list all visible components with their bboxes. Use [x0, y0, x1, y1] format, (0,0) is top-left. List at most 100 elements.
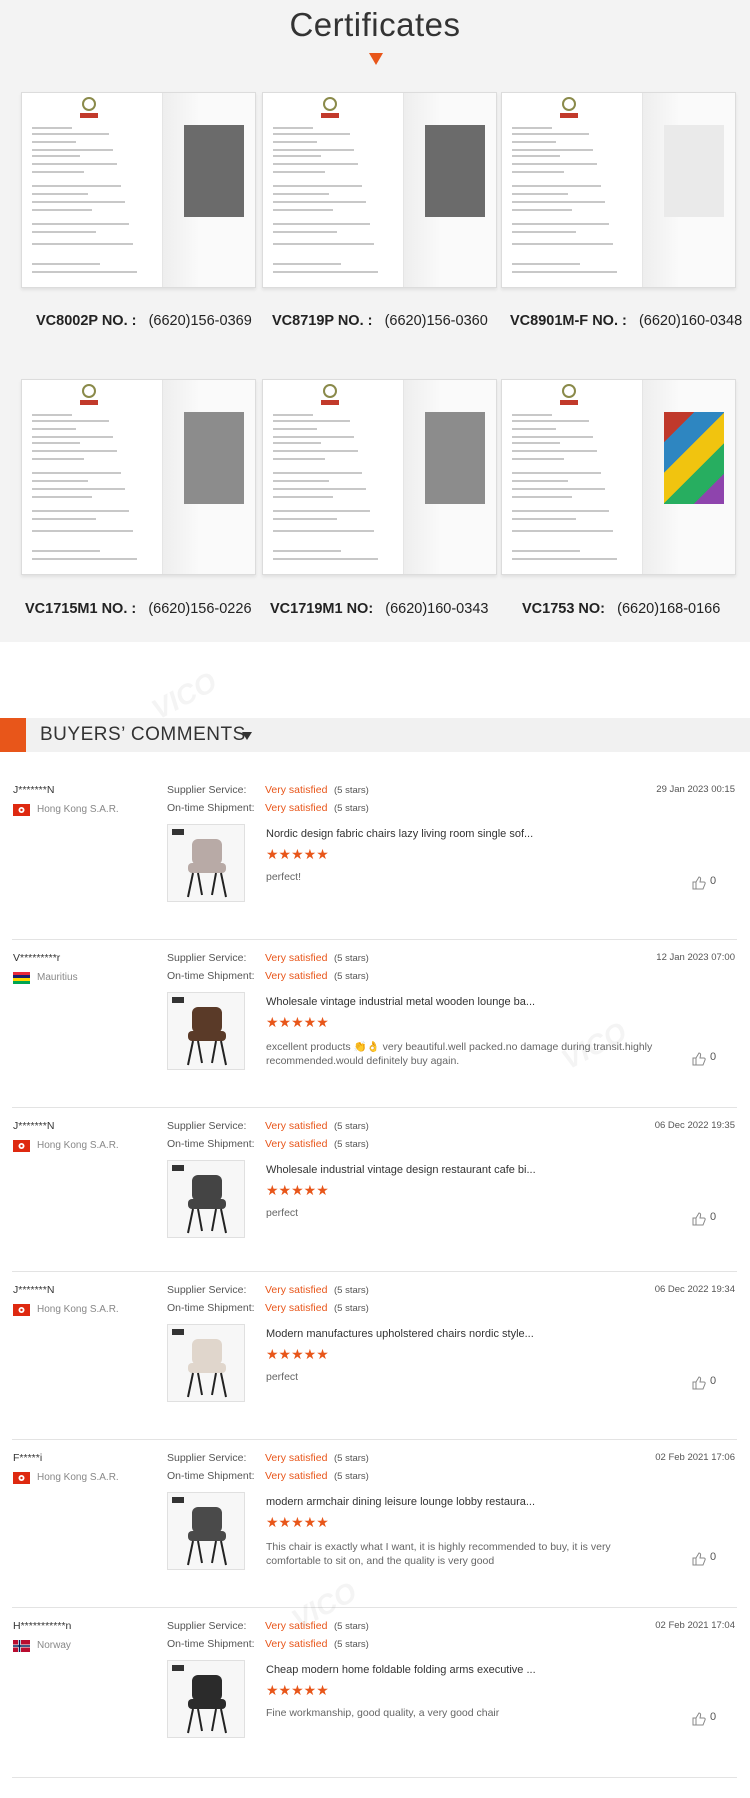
thumbs-up-icon[interactable]	[692, 1712, 706, 1726]
seal-icon	[323, 97, 337, 111]
review-date: 12 Jan 2023 07:00	[656, 952, 735, 963]
product-thumbnail[interactable]	[167, 1492, 245, 1570]
reviewer-name: H***********n	[13, 1620, 72, 1632]
certificate-text-page	[502, 93, 643, 287]
review-item: J*******N Hong Kong S.A.R. Supplier Serv…	[0, 772, 750, 940]
seal-icon	[82, 384, 96, 398]
supplier-service-stars: (5 stars)	[334, 1121, 369, 1132]
supplier-service-label: Supplier Service:	[167, 1452, 247, 1464]
reviewer-country: Norway	[37, 1640, 71, 1651]
thumbs-up-icon[interactable]	[692, 876, 706, 890]
accent-bar	[0, 718, 26, 752]
product-title-link[interactable]: Nordic design fabric chairs lazy living …	[266, 828, 533, 840]
certificate-caption: VC8719P NO. : (6620)156-0360	[272, 313, 488, 329]
certificate-caption: VC1715M1 NO. : (6620)156-0226	[25, 601, 252, 617]
product-thumbnail[interactable]	[167, 1160, 245, 1238]
chair-photo	[184, 125, 244, 217]
certificate-card[interactable]	[21, 92, 256, 288]
reviewer-name: F*****i	[13, 1452, 43, 1464]
certificate-photo-page	[643, 380, 735, 574]
review-date: 06 Dec 2022 19:34	[654, 1284, 735, 1295]
supplier-service-rating: Very satisfied	[265, 784, 328, 796]
review-date: 02 Feb 2021 17:04	[655, 1620, 735, 1631]
product-title-link[interactable]: Modern manufactures upholstered chairs n…	[266, 1328, 534, 1340]
shipment-rating: Very satisfied	[265, 802, 328, 814]
supplier-service-label: Supplier Service:	[167, 952, 247, 964]
seal-icon	[82, 97, 96, 111]
certificate-model: VC8719P NO. :	[272, 313, 373, 329]
product-title-link[interactable]: Cheap modern home foldable folding arms …	[266, 1664, 536, 1676]
certificate-number: (6620)156-0369	[148, 313, 252, 329]
shipment-label: On-time Shipment:	[167, 1302, 255, 1314]
shipment-rating: Very satisfied	[265, 1470, 328, 1482]
supplier-service-rating: Very satisfied	[265, 1284, 328, 1296]
product-title-link[interactable]: Wholesale vintage industrial metal woode…	[266, 996, 535, 1008]
certificate-card[interactable]	[501, 379, 736, 575]
certificate-text-page	[22, 93, 163, 287]
country-flag-icon	[13, 803, 30, 816]
certificate-number: (6620)156-0360	[384, 313, 488, 329]
shipment-label: On-time Shipment:	[167, 802, 255, 814]
product-thumbnail[interactable]	[167, 1324, 245, 1402]
certificate-model: VC8002P NO. :	[36, 313, 137, 329]
caret-down-icon[interactable]	[242, 732, 252, 740]
review-comment: Fine workmanship, good quality, a very g…	[266, 1707, 500, 1719]
certificate-card[interactable]	[501, 92, 736, 288]
shipment-stars: (5 stars)	[334, 1139, 369, 1150]
supplier-service-stars: (5 stars)	[334, 785, 369, 796]
certificate-card[interactable]	[262, 379, 497, 575]
supplier-service-stars: (5 stars)	[334, 1453, 369, 1464]
certificates-section: Certificates VC8002P NO. : (6620)156-036…	[0, 0, 750, 642]
certificate-number: (6620)168-0166	[617, 601, 721, 617]
supplier-service-stars: (5 stars)	[334, 1621, 369, 1632]
like-count: 0	[710, 1711, 717, 1723]
supplier-service-label: Supplier Service:	[167, 784, 247, 796]
review-comment: perfect	[266, 1371, 299, 1383]
chair-photo	[425, 125, 485, 217]
supplier-service-rating: Very satisfied	[265, 952, 328, 964]
stamp-icon	[80, 400, 98, 405]
shipment-stars: (5 stars)	[334, 971, 369, 982]
thumbs-up-icon[interactable]	[692, 1376, 706, 1390]
thumbs-up-icon[interactable]	[692, 1552, 706, 1566]
certificate-caption: VC8002P NO. : (6620)156-0369	[36, 313, 252, 329]
certificate-number: (6620)160-0348	[638, 313, 743, 329]
supplier-service-rating: Very satisfied	[265, 1452, 328, 1464]
stamp-icon	[560, 400, 578, 405]
certificate-card[interactable]	[262, 92, 497, 288]
thumbs-up-icon[interactable]	[692, 1212, 706, 1226]
thumbs-up-icon[interactable]	[692, 1052, 706, 1066]
certificate-model: VC8901M-F NO. :	[510, 313, 627, 329]
product-thumbnail[interactable]	[167, 992, 245, 1070]
stamp-icon	[321, 400, 339, 405]
certificate-photo-page	[163, 93, 255, 287]
certificate-model: VC1753 NO:	[522, 601, 606, 617]
certificate-text-page	[502, 380, 643, 574]
country-flag-icon	[13, 971, 30, 984]
review-comment: perfect	[266, 1207, 299, 1219]
shipment-stars: (5 stars)	[334, 1303, 369, 1314]
certificate-number: (6620)160-0343	[385, 601, 489, 617]
star-rating: ★★★★★	[266, 1014, 329, 1030]
certificate-text-page	[263, 380, 404, 574]
product-thumbnail[interactable]	[167, 1660, 245, 1738]
stamp-icon	[560, 113, 578, 118]
supplier-service-label: Supplier Service:	[167, 1284, 247, 1296]
reviewer-name: J*******N	[13, 784, 55, 796]
shipment-rating: Very satisfied	[265, 970, 328, 982]
product-title-link[interactable]: modern armchair dining leisure lounge lo…	[266, 1496, 535, 1508]
product-title-link[interactable]: Wholesale industrial vintage design rest…	[266, 1164, 536, 1176]
country-flag-icon	[13, 1639, 30, 1652]
reviewer-country: Hong Kong S.A.R.	[37, 1140, 119, 1151]
certificate-card[interactable]	[21, 379, 256, 575]
certificate-photo-page	[163, 380, 255, 574]
certificate-text-page	[22, 380, 163, 574]
review-divider	[12, 1777, 737, 1778]
reviewer-country: Hong Kong S.A.R.	[37, 1304, 119, 1315]
chair-photo	[664, 412, 724, 504]
product-thumbnail[interactable]	[167, 824, 245, 902]
shipment-stars: (5 stars)	[334, 803, 369, 814]
supplier-service-stars: (5 stars)	[334, 953, 369, 964]
seal-icon	[562, 97, 576, 111]
shipment-label: On-time Shipment:	[167, 1638, 255, 1650]
